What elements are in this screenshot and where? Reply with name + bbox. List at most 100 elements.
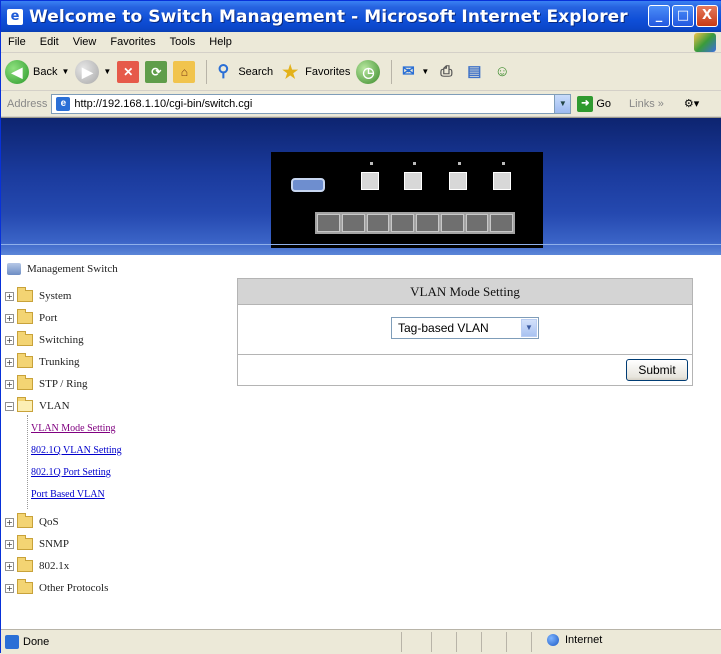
go-arrow-icon: ➜ xyxy=(577,95,594,112)
address-input[interactable]: e http://192.168.1.10/cgi-bin/switch.cgi… xyxy=(51,93,572,114)
folder-icon xyxy=(17,579,33,594)
banner-divider xyxy=(1,244,721,245)
tree-root[interactable]: Management Switch xyxy=(7,263,118,275)
expand-icon[interactable]: + xyxy=(5,379,14,389)
submit-button[interactable]: Submit xyxy=(626,359,688,381)
close-button[interactable]: X xyxy=(696,5,718,27)
stop-button[interactable]: ✕ xyxy=(117,60,140,83)
status-divider xyxy=(456,632,457,652)
address-bar: Address e http://192.168.1.10/cgi-bin/sw… xyxy=(1,91,721,117)
tree-item-8021x[interactable]: + 802.1x xyxy=(5,557,69,575)
folder-icon xyxy=(17,557,33,572)
extension-icon[interactable]: ⚙▾ xyxy=(684,97,699,110)
back-button[interactable]: ◀ Back ▼ xyxy=(5,59,69,84)
status-divider xyxy=(481,632,482,652)
led xyxy=(413,162,416,165)
expand-icon[interactable]: + xyxy=(5,517,14,527)
folder-icon xyxy=(17,331,33,346)
expand-icon[interactable]: + xyxy=(5,313,14,323)
menu-file[interactable]: File xyxy=(1,36,33,48)
tree-item-switching[interactable]: + Switching xyxy=(5,331,84,349)
tree-item-trunking[interactable]: + Trunking xyxy=(5,353,80,371)
folder-icon xyxy=(17,513,33,528)
history-button[interactable]: ◷ xyxy=(356,59,381,84)
forward-dropdown-icon[interactable]: ▼ xyxy=(103,67,111,76)
home-button[interactable]: ⌂ xyxy=(173,60,196,83)
expand-icon[interactable]: + xyxy=(5,291,14,301)
mail-button[interactable]: ✉ ▼ xyxy=(397,61,429,83)
tree-item-qos[interactable]: + QoS xyxy=(5,513,59,531)
vlan-mode-value: Tag-based VLAN xyxy=(398,321,489,335)
expand-icon[interactable]: + xyxy=(5,561,14,571)
favorites-star-icon: ★ xyxy=(282,61,299,82)
maximize-button[interactable]: □ xyxy=(672,5,694,27)
messenger-icon: ☺ xyxy=(494,62,510,80)
folder-icon xyxy=(17,375,33,390)
refresh-button[interactable]: ⟳ xyxy=(145,60,168,83)
tree-item-vlan[interactable]: − VLAN xyxy=(5,397,70,415)
panel-body: Tag-based VLAN ▼ xyxy=(237,305,693,355)
tree-item-snmp[interactable]: + SNMP xyxy=(5,535,69,553)
stop-icon: ✕ xyxy=(117,60,140,83)
forward-arrow-icon: ▶ xyxy=(75,59,100,84)
back-arrow-icon: ◀ xyxy=(5,59,29,84)
tree-item-port[interactable]: + Port xyxy=(5,309,57,327)
folder-icon xyxy=(17,353,33,368)
links-button[interactable]: Links » xyxy=(629,98,664,110)
print-button[interactable]: ⎙ xyxy=(435,61,457,83)
mail-dropdown-icon[interactable]: ▼ xyxy=(421,67,429,76)
led xyxy=(502,162,505,165)
history-icon: ◷ xyxy=(356,59,381,84)
minimize-button[interactable]: _ xyxy=(648,5,670,27)
expand-icon[interactable]: + xyxy=(5,335,14,345)
address-dropdown-icon[interactable]: ▼ xyxy=(554,94,571,113)
folder-icon xyxy=(17,535,33,550)
forward-button[interactable]: ▶ ▼ xyxy=(75,59,111,84)
menu-help[interactable]: Help xyxy=(202,36,239,48)
page-icon: e xyxy=(56,96,71,111)
back-dropdown-icon[interactable]: ▼ xyxy=(61,67,69,76)
tree-item-other-protocols[interactable]: + Other Protocols xyxy=(5,579,108,597)
status-bar: Done Internet xyxy=(1,629,721,654)
tree-root-label: Management Switch xyxy=(27,263,118,275)
menu-view[interactable]: View xyxy=(66,36,104,48)
status-divider xyxy=(401,632,402,652)
folder-icon xyxy=(17,287,33,302)
menu-tools[interactable]: Tools xyxy=(163,36,203,48)
toolbar-separator xyxy=(206,59,208,84)
tree-item-system[interactable]: + System xyxy=(5,287,71,305)
window-controls: _ □ X xyxy=(648,5,718,27)
expand-icon[interactable]: + xyxy=(5,357,14,367)
link-8021q-vlan-setting[interactable]: 802.1Q VLAN Setting xyxy=(31,445,122,456)
address-url[interactable]: http://192.168.1.10/cgi-bin/switch.cgi xyxy=(74,98,252,110)
switch-banner xyxy=(1,118,721,255)
link-port-based-vlan[interactable]: Port Based VLAN xyxy=(31,489,105,500)
windows-logo-icon xyxy=(694,33,716,52)
messenger-button[interactable]: ☺ xyxy=(491,61,513,83)
search-button[interactable]: ⚲ Search xyxy=(212,61,273,83)
window-title: Welcome to Switch Management - Microsoft… xyxy=(29,6,628,27)
nav-tree: Management Switch + System + Port + Swit… xyxy=(1,255,230,630)
ie-icon: e xyxy=(7,8,23,25)
vlan-mode-select[interactable]: Tag-based VLAN ▼ xyxy=(391,317,539,339)
status-divider xyxy=(531,632,532,652)
favorites-button[interactable]: ★ Favorites xyxy=(279,61,350,83)
menu-edit[interactable]: Edit xyxy=(33,36,66,48)
link-vlan-mode-setting[interactable]: VLAN Mode Setting xyxy=(31,423,115,434)
chevron-down-icon[interactable]: ▼ xyxy=(521,319,537,337)
expand-icon[interactable]: + xyxy=(5,583,14,593)
collapse-icon[interactable]: − xyxy=(5,401,14,411)
edit-button[interactable]: ▤ xyxy=(463,61,485,83)
go-button[interactable]: ➜ Go xyxy=(577,95,611,112)
expand-icon[interactable]: + xyxy=(5,539,14,549)
tree-item-stp-ring[interactable]: + STP / Ring xyxy=(5,375,88,393)
menu-favorites[interactable]: Favorites xyxy=(103,36,162,48)
led xyxy=(458,162,461,165)
title-bar[interactable]: e Welcome to Switch Management - Microso… xyxy=(1,1,721,32)
sfp-port xyxy=(361,172,379,190)
panel-title: VLAN Mode Setting xyxy=(237,278,693,305)
link-8021q-port-setting[interactable]: 802.1Q Port Setting xyxy=(31,467,111,478)
sfp-port xyxy=(449,172,467,190)
status-text: Done xyxy=(23,636,50,648)
page-status-icon xyxy=(5,635,19,649)
